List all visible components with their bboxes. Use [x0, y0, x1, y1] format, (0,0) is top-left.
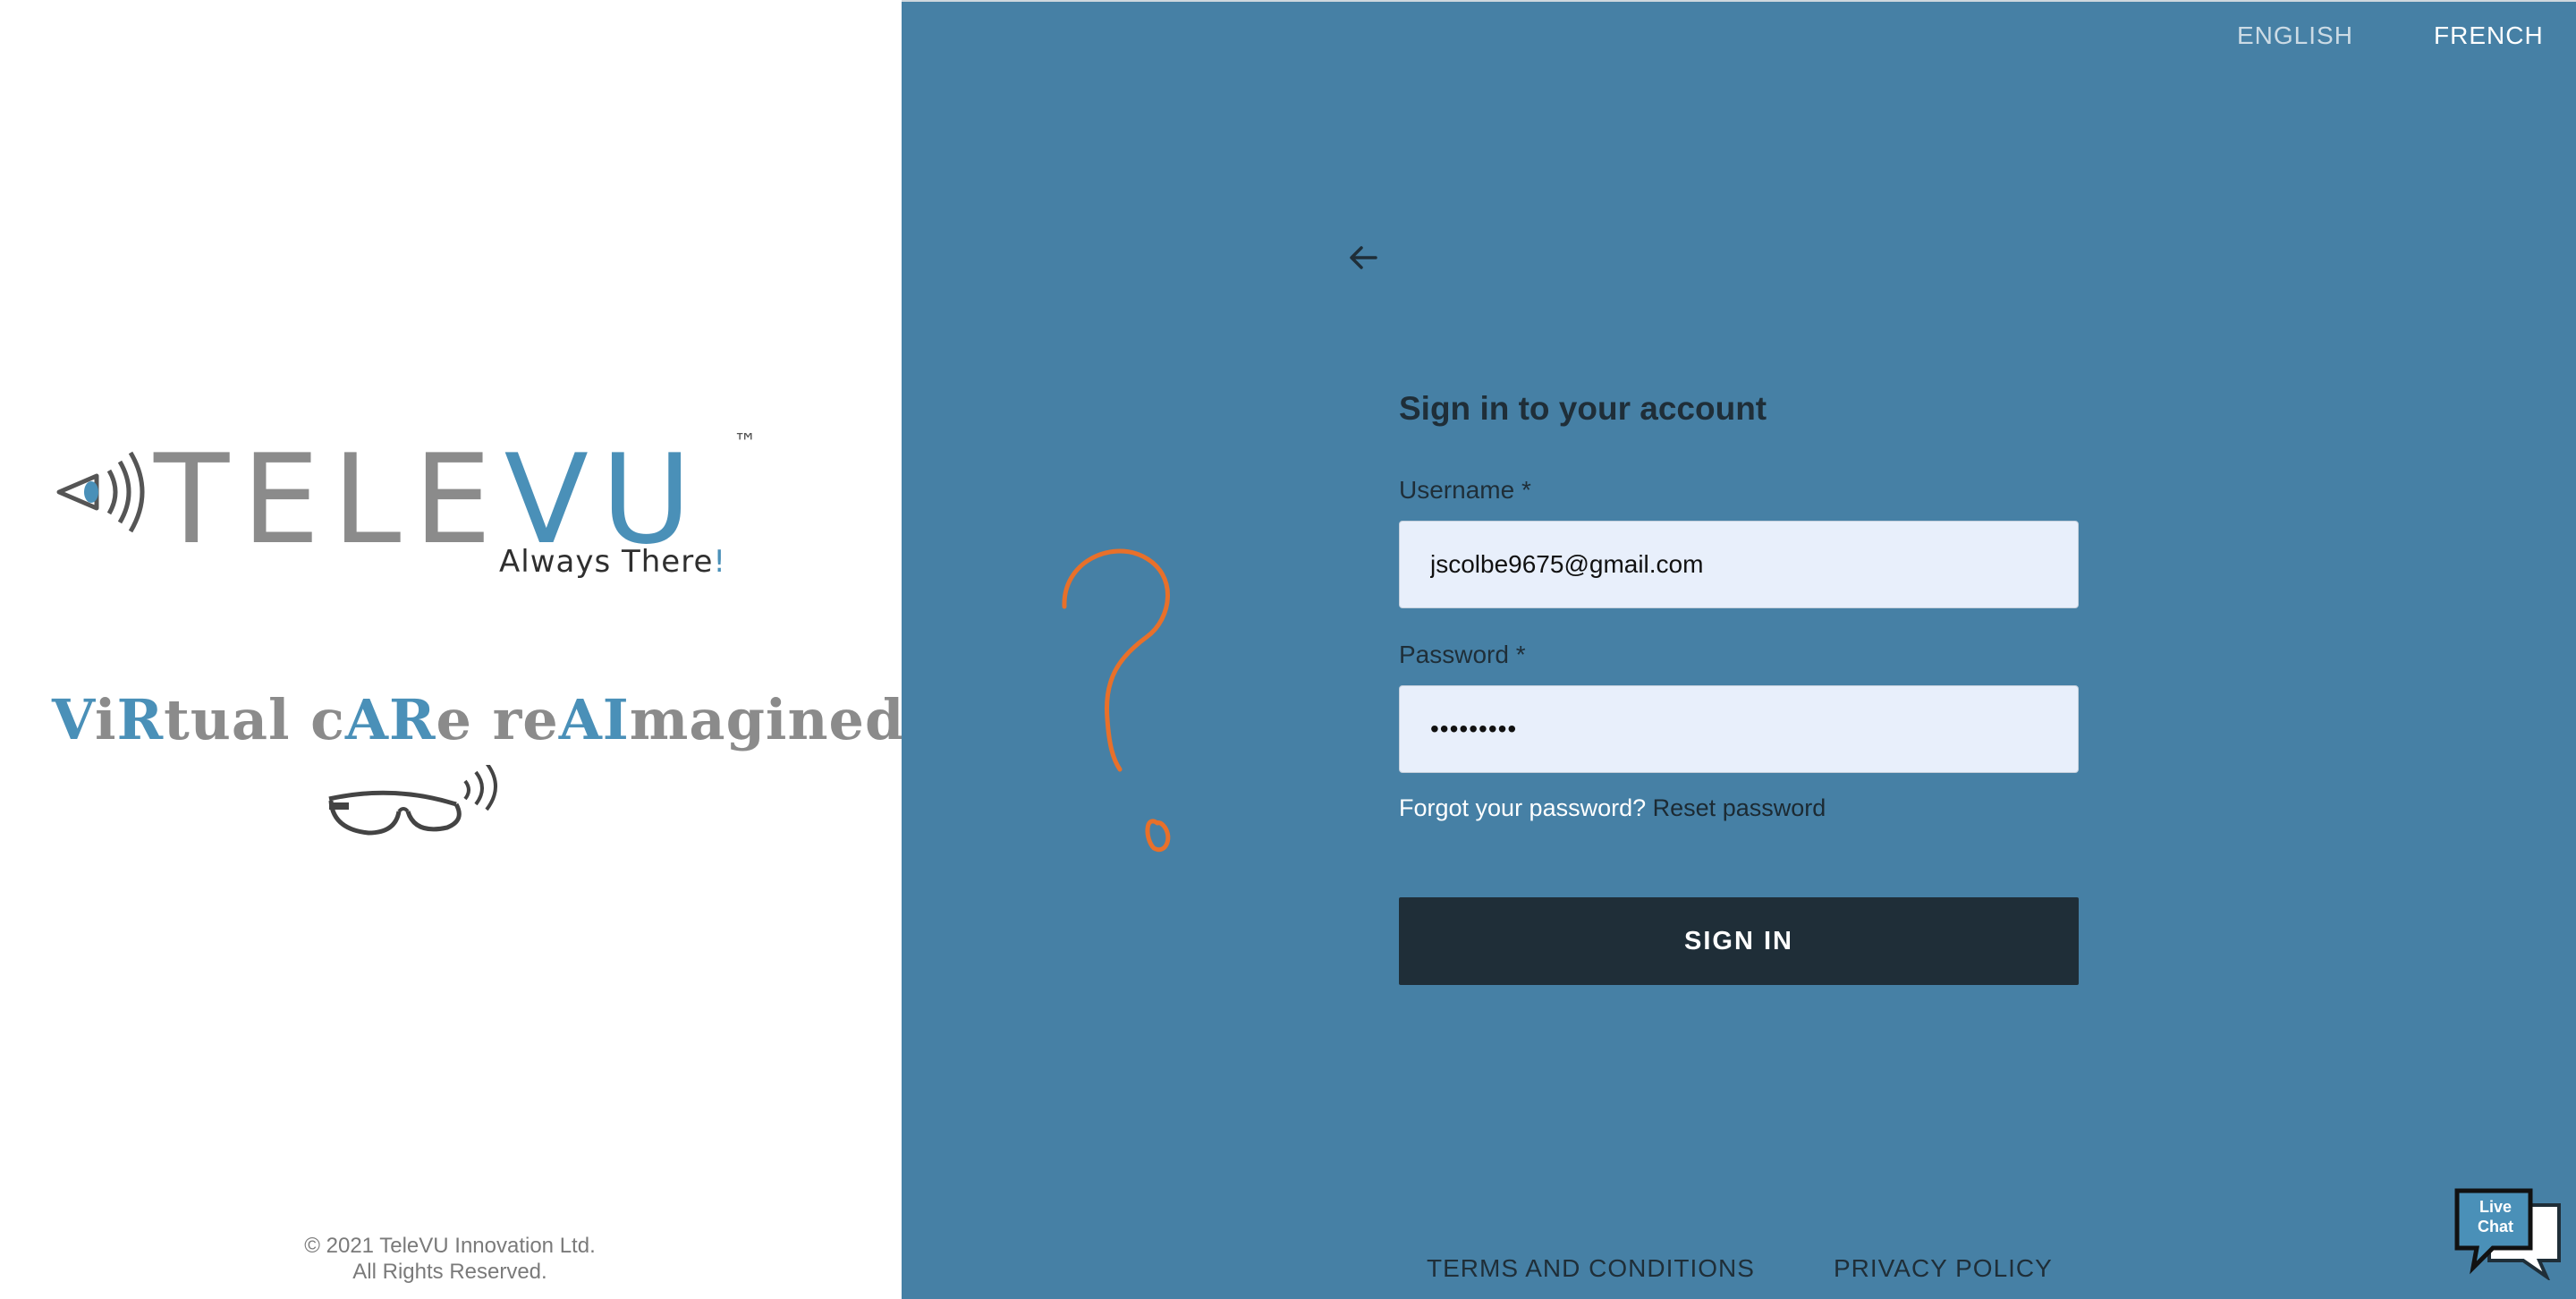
reset-password-link[interactable]: Reset password	[1653, 794, 1826, 821]
signin-panel: ENGLISH FRENCH Sign in to your account U…	[902, 0, 2576, 1299]
trademark-symbol: ™	[733, 429, 757, 456]
slogan-segment: e re	[436, 687, 559, 752]
copyright-line-2: All Rights Reserved.	[352, 1260, 547, 1284]
slogan-segment: tual c	[164, 687, 345, 752]
tagline-bang: !	[713, 544, 727, 580]
live-chat-line-2: Chat	[2478, 1218, 2513, 1235]
slogan-segment: R	[116, 687, 165, 752]
slogan: ViRtual cARe reAImagined	[52, 687, 903, 752]
question-mark-annotation	[1062, 548, 1171, 853]
sign-in-button[interactable]: SIGN IN	[1399, 897, 2079, 985]
smart-glasses-icon	[328, 765, 497, 836]
password-label: Password *	[1399, 641, 1526, 668]
privacy-link[interactable]: PRIVACY POLICY	[1834, 1254, 2053, 1283]
live-chat-line-1: Live	[2479, 1198, 2512, 1216]
arrow-left-icon[interactable]	[1345, 240, 1381, 276]
slogan-segment: AI	[558, 687, 630, 752]
slogan-segment: i	[95, 687, 117, 752]
username-label: Username *	[1399, 476, 1531, 504]
copyright-line-1: © 2021 TeleVU Innovation Ltd.	[304, 1234, 596, 1258]
username-field[interactable]	[1399, 521, 2079, 608]
logo-word-tele: TELE	[154, 428, 504, 572]
forgot-password-row: Forgot your password? Reset password	[1399, 794, 1826, 822]
copyright: © 2021 TeleVU Innovation Ltd. All Rights…	[224, 1233, 676, 1285]
forgot-password-text: Forgot your password?	[1399, 794, 1647, 821]
terms-link[interactable]: TERMS AND CONDITIONS	[1427, 1254, 1755, 1283]
signin-title: Sign in to your account	[1399, 390, 1767, 427]
password-field[interactable]	[1399, 685, 2079, 773]
slogan-segment: AR	[344, 687, 436, 752]
televu-logo: TELEVU ™ Always There!	[54, 429, 778, 582]
eye-waves-icon	[56, 451, 145, 533]
live-chat-label[interactable]: Live Chat	[2469, 1197, 2522, 1236]
language-english-link[interactable]: ENGLISH	[2237, 21, 2353, 50]
slogan-segment: magined	[629, 687, 905, 752]
logo-tagline: Always There!	[499, 544, 726, 580]
tagline-text: Always There	[499, 544, 714, 580]
branding-panel: TELEVU ™ Always There! ViRtual cARe reAI…	[0, 0, 903, 1299]
slogan-segment: V	[52, 687, 96, 752]
language-french-link[interactable]: FRENCH	[2434, 21, 2544, 50]
